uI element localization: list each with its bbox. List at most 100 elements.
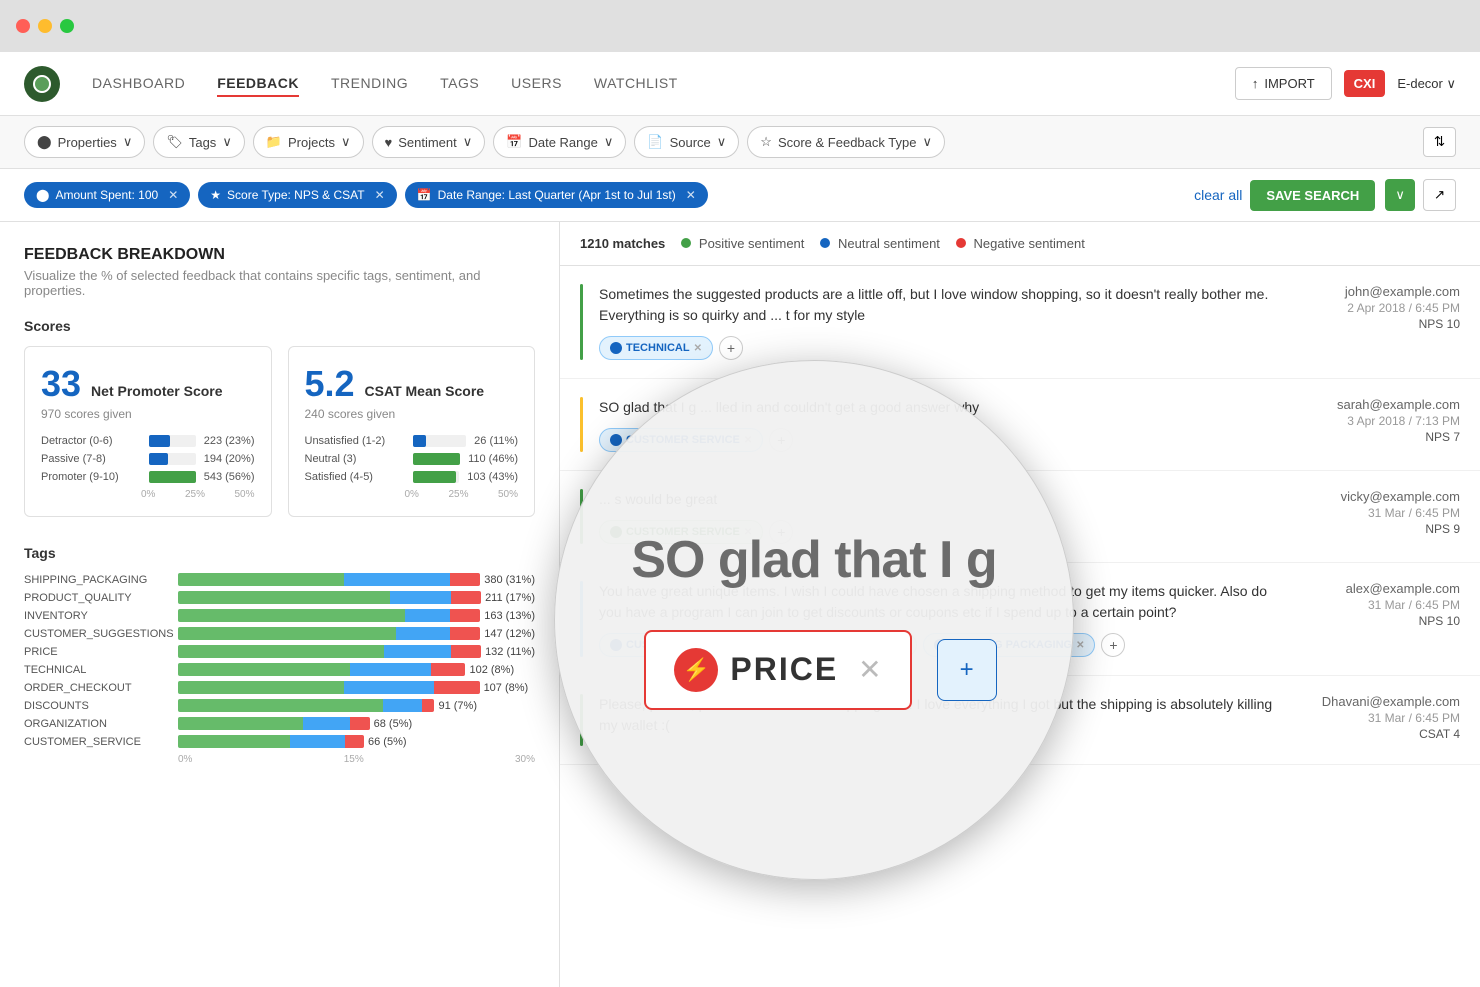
- feedback-date: 3 Apr 2018 / 7:13 PM: [1300, 414, 1460, 428]
- matches-header: 1210 matches Positive sentiment Neutral …: [560, 222, 1480, 266]
- nav-item-tags[interactable]: TAGS: [440, 71, 479, 97]
- cxi-badge[interactable]: CXI: [1344, 70, 1386, 97]
- feedback-accent: [580, 694, 583, 746]
- feedback-body: Please, please, pleeeeeeease make shippi…: [599, 694, 1284, 746]
- share-button[interactable]: ↗: [1423, 179, 1456, 211]
- nav-item-users[interactable]: USERS: [511, 71, 562, 97]
- filter-properties[interactable]: ⬤ Properties ∨: [24, 126, 145, 158]
- filter-chip-amount[interactable]: ⬤ Amount Spent: 100 ✕: [24, 182, 190, 208]
- close-button[interactable]: [16, 19, 30, 33]
- feedback-tag[interactable]: TECHNICAL ✕: [599, 336, 713, 360]
- clear-all-link[interactable]: clear all: [1194, 187, 1242, 203]
- negative-dot: [956, 238, 966, 248]
- tag-chip-label: TECHNICAL: [626, 342, 690, 354]
- chevron-down-icon: ∨: [922, 134, 932, 150]
- remove-tag-icon[interactable]: ✕: [776, 640, 784, 651]
- nav-bar: DASHBOARD FEEDBACK TRENDING TAGS USERS W…: [0, 52, 1480, 116]
- filter-sentiment[interactable]: ♥ Sentiment ∨: [372, 126, 486, 158]
- filter-chip-date-range[interactable]: 📅 Date Range: Last Quarter (Apr 1st to J…: [405, 182, 708, 208]
- csat-neutral-value: 110 (46%): [468, 453, 518, 465]
- feedback-meta: Dhavani@example.com 31 Mar / 6:45 PM CSA…: [1300, 694, 1460, 746]
- tag-name: INVENTORY: [24, 610, 172, 622]
- tags-section-title: Tags: [24, 545, 535, 561]
- feedback-item: You have great unique items. I wish I co…: [560, 563, 1480, 676]
- feedback-meta: john@example.com 2 Apr 2018 / 6:45 PM NP…: [1300, 284, 1460, 360]
- csat-satisfied-row: Satisfied (4-5) 103 (43%): [305, 471, 519, 483]
- csat-unsatisfied-value: 26 (11%): [474, 435, 518, 447]
- add-tag-btn[interactable]: +: [1101, 633, 1125, 657]
- nav-right: ↑ IMPORT CXI E-decor ∨: [1235, 67, 1456, 100]
- feedback-tag[interactable]: DISCOUNTS ✕: [802, 633, 917, 657]
- tag-bar: [178, 663, 465, 676]
- scores-section-title: Scores: [24, 318, 535, 334]
- remove-amount-filter[interactable]: ✕: [168, 188, 178, 202]
- edecor-dropdown[interactable]: E-decor ∨: [1397, 76, 1456, 92]
- csat-unsatisfied-row: Unsatisfied (1-2) 26 (11%): [305, 435, 519, 447]
- active-filters-bar: ⬤ Amount Spent: 100 ✕ ★ Score Type: NPS …: [0, 169, 1480, 222]
- tag-bar-label: 163 (13%): [484, 610, 535, 622]
- remove-tag-icon[interactable]: ✕: [694, 343, 702, 354]
- neutral-dot: [820, 238, 830, 248]
- feedback-email: Dhavani@example.com: [1300, 694, 1460, 709]
- logo[interactable]: [24, 66, 60, 102]
- tag-row-shipping_packaging: SHIPPING_PACKAGING 380 (31%): [24, 573, 535, 586]
- nps-promoter-bar: [149, 471, 196, 483]
- tag-row-technical: TECHNICAL 102 (8%): [24, 663, 535, 676]
- tag-row-product_quality: PRODUCT_QUALITY 211 (17%): [24, 591, 535, 604]
- maximize-button[interactable]: [60, 19, 74, 33]
- remove-tag-icon[interactable]: ✕: [1076, 640, 1084, 651]
- add-tag-btn[interactable]: +: [769, 428, 793, 452]
- tag-name: PRICE: [24, 646, 172, 658]
- add-tag-btn[interactable]: +: [719, 336, 743, 360]
- star-filled-icon: ★: [210, 188, 221, 202]
- tag-row-organization: ORGANIZATION 68 (5%): [24, 717, 535, 730]
- minimize-button[interactable]: [38, 19, 52, 33]
- filter-chip-score-type[interactable]: ★ Score Type: NPS & CSAT ✕: [198, 182, 396, 208]
- filter-daterange[interactable]: 📅 Date Range ∨: [493, 126, 626, 158]
- tag-chip-label: DISCOUNTS: [829, 639, 894, 651]
- tag-chip-label: CUSTOMER SERVICE: [626, 526, 740, 538]
- csat-unsatisfied-bar: [413, 435, 426, 447]
- filter-projects[interactable]: 📁 Projects ∨: [253, 126, 364, 158]
- nav-item-watchlist[interactable]: WATCHLIST: [594, 71, 678, 97]
- import-button[interactable]: ↑ IMPORT: [1235, 67, 1332, 100]
- nav-item-trending[interactable]: TRENDING: [331, 71, 408, 97]
- nav-item-dashboard[interactable]: DASHBOARD: [92, 71, 185, 97]
- scores-grid: 33 Net Promoter Score 970 scores given D…: [24, 346, 535, 517]
- file-icon: 📄: [647, 134, 663, 150]
- add-tag-btn[interactable]: +: [769, 520, 793, 544]
- csat-axis: 0%25%50%: [305, 489, 519, 500]
- remove-score-filter[interactable]: ✕: [375, 188, 385, 202]
- save-search-dropdown[interactable]: ∨: [1385, 179, 1415, 211]
- feedback-email: sarah@example.com: [1300, 397, 1460, 412]
- remove-tag-icon[interactable]: ✕: [744, 527, 752, 538]
- feedback-text: You have great unique items. I wish I co…: [599, 581, 1284, 623]
- nav-item-feedback[interactable]: FEEDBACK: [217, 71, 299, 97]
- tag-bar-label: 91 (7%): [438, 700, 477, 712]
- feedback-meta: sarah@example.com 3 Apr 2018 / 7:13 PM N…: [1300, 397, 1460, 452]
- filter-tags[interactable]: 🏷 Tags ∨: [153, 126, 245, 158]
- filter-score-feedback-type[interactable]: ☆ Score & Feedback Type ∨: [747, 126, 945, 158]
- feedback-text: Sometimes the suggested products are a l…: [599, 284, 1284, 326]
- feedback-item: SO glad that I g ... lled in and couldn'…: [560, 379, 1480, 471]
- remove-tag-icon[interactable]: ✕: [744, 435, 752, 446]
- remove-tag-icon[interactable]: ✕: [898, 640, 906, 651]
- sort-button[interactable]: ⇅: [1423, 127, 1456, 157]
- save-search-button[interactable]: SAVE SEARCH: [1250, 180, 1375, 211]
- sort-icon: ⇅: [1434, 134, 1445, 149]
- calendar-icon: 📅: [506, 134, 522, 150]
- csat-unsatisfied-bar-bg: [413, 435, 467, 447]
- feedback-tag[interactable]: CUSTOMER SERVICE ✕: [599, 428, 763, 452]
- feedback-tag[interactable]: CUSTOMER SUGGESTIONS ✕: [599, 633, 796, 657]
- feedback-tag[interactable]: SHIPPING PACKAGING ✕: [923, 633, 1095, 657]
- feedback-score: NPS 9: [1300, 522, 1460, 536]
- remove-date-filter[interactable]: ✕: [686, 188, 696, 202]
- circle-icon: ⬤: [36, 188, 49, 202]
- tag-row-discounts: DISCOUNTS 91 (7%): [24, 699, 535, 712]
- feedback-score: NPS 7: [1300, 430, 1460, 444]
- csat-neutral-bar-bg: [413, 453, 461, 465]
- feedback-tags: CUSTOMER SUGGESTIONS ✕ DISCOUNTS ✕ SHIPP…: [599, 633, 1284, 657]
- tag-row-inventory: INVENTORY 163 (13%): [24, 609, 535, 622]
- feedback-tag[interactable]: CUSTOMER SERVICE ✕: [599, 520, 763, 544]
- filter-source[interactable]: 📄 Source ∨: [634, 126, 739, 158]
